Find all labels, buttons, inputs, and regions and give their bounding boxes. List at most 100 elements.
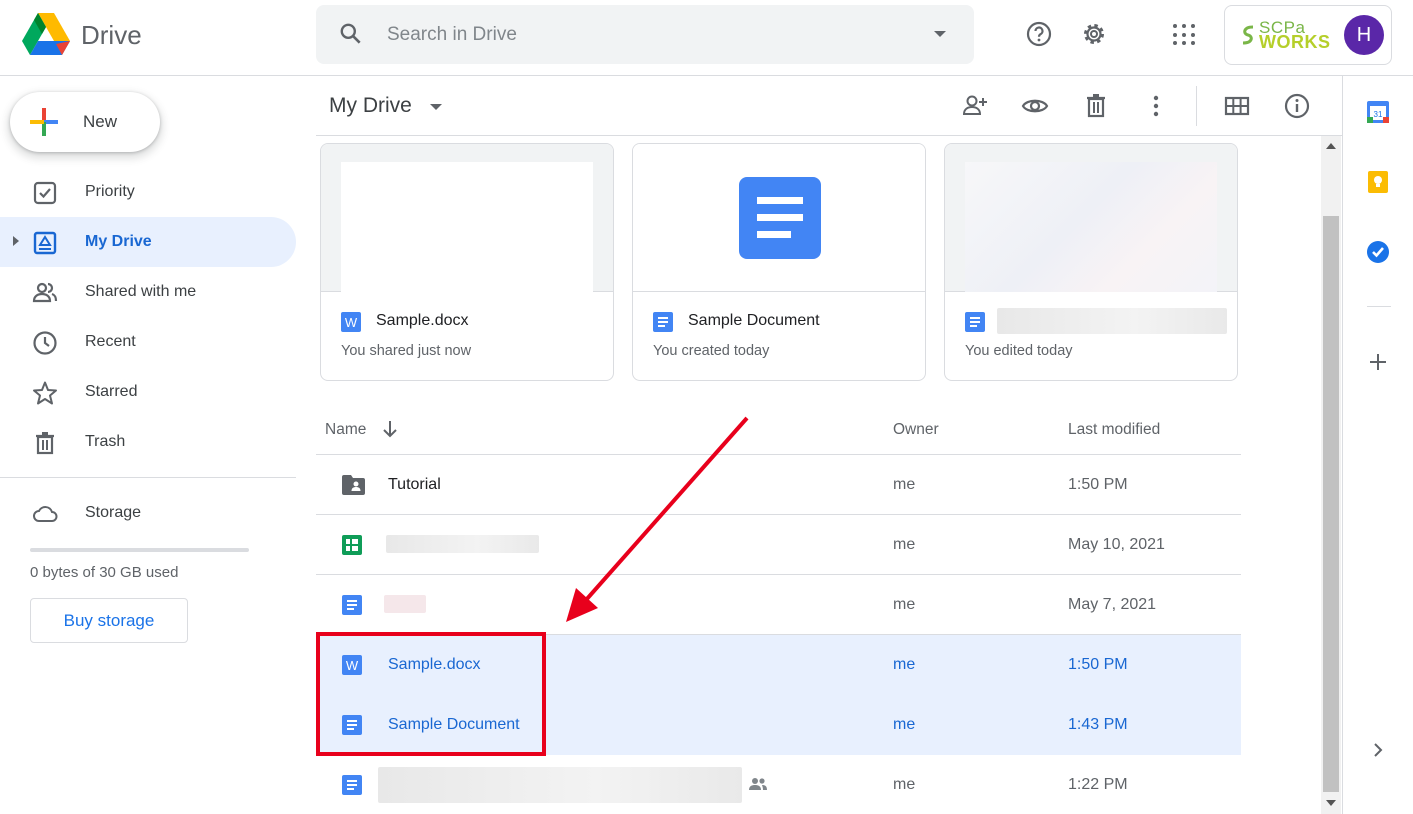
sidebar-item-shared-with-me[interactable]: Shared with me <box>0 267 296 317</box>
help-icon[interactable] <box>1025 20 1053 48</box>
priority-icon <box>33 181 57 205</box>
column-header-last-modified[interactable]: Last modified <box>1068 421 1160 439</box>
suggested-file-card[interactable]: W Sample.docx You shared just now <box>320 143 614 381</box>
org-name-line2: WORKS <box>1259 32 1331 52</box>
calendar-icon[interactable]: 31 <box>1366 100 1390 124</box>
file-owner: me <box>893 596 916 613</box>
more-vert-icon[interactable] <box>1142 92 1170 120</box>
top-bar: Drive Search in Drive SCPa WORKS H <box>0 0 1413 76</box>
new-button-label: New <box>83 112 118 131</box>
main-header: My Drive <box>316 76 1342 136</box>
blurred-file-name <box>386 535 539 553</box>
info-icon[interactable] <box>1283 92 1311 120</box>
expand-caret-icon[interactable] <box>13 236 19 246</box>
svg-text:W: W <box>345 315 358 330</box>
settings-gear-icon[interactable] <box>1080 20 1108 48</box>
file-modified: 1:43 PM <box>1068 716 1128 733</box>
blurred-file-name <box>384 595 426 613</box>
buy-storage-button[interactable]: Buy storage <box>30 598 188 643</box>
sidebar-item-label: My Drive <box>85 233 152 250</box>
chevron-right-icon[interactable] <box>1366 738 1390 762</box>
table-row[interactable]: Tutorial me 1:50 PM <box>316 455 1241 515</box>
column-header-owner[interactable]: Owner <box>893 421 939 439</box>
add-addon-plus-icon[interactable] <box>1366 350 1390 374</box>
page-title[interactable]: My Drive <box>329 94 412 118</box>
account-switcher[interactable]: SCPa WORKS H <box>1224 5 1392 65</box>
sidebar-item-trash[interactable]: Trash <box>0 417 296 467</box>
file-thumbnail <box>321 144 613 292</box>
sheets-file-icon <box>342 535 362 555</box>
new-button[interactable]: New <box>10 92 160 152</box>
sidebar-item-label: Storage <box>85 504 142 521</box>
sidebar-item-priority[interactable]: Priority <box>0 167 296 217</box>
file-owner: me <box>893 716 916 733</box>
file-modified: 1:50 PM <box>1068 476 1128 493</box>
sidebar-item-recent[interactable]: Recent <box>0 317 296 367</box>
file-owner: me <box>893 776 916 793</box>
toolbar-divider <box>1196 86 1197 126</box>
plus-icon <box>30 108 58 136</box>
file-name: Tutorial <box>388 476 441 493</box>
avatar[interactable]: H <box>1344 15 1384 55</box>
file-modified: 1:50 PM <box>1068 656 1128 673</box>
svg-text:31: 31 <box>1374 110 1383 119</box>
my-drive-icon <box>33 231 57 255</box>
docs-file-icon <box>342 595 362 615</box>
storage-usage-bar <box>30 548 249 552</box>
file-thumbnail <box>945 144 1237 292</box>
sidebar-item-label: Starred <box>85 383 138 400</box>
file-modified: May 10, 2021 <box>1068 536 1165 553</box>
org-mark-icon <box>1242 25 1254 45</box>
chevron-down-icon[interactable] <box>430 104 442 110</box>
search-options-icon[interactable] <box>934 31 946 37</box>
search-bar[interactable]: Search in Drive <box>316 5 974 64</box>
table-row[interactable]: me May 10, 2021 <box>316 515 1241 575</box>
scroll-up-arrow-icon[interactable] <box>1326 143 1336 149</box>
column-header-name[interactable]: Name <box>325 421 366 439</box>
preview-eye-icon[interactable] <box>1021 92 1049 120</box>
search-icon[interactable] <box>338 21 364 47</box>
sort-arrow-down-icon[interactable] <box>382 420 398 438</box>
organization-logo: SCPa WORKS <box>1239 18 1331 52</box>
sidebar: New Priority My Drive Shared with me Rec… <box>0 76 300 814</box>
trash-icon <box>36 432 54 455</box>
scroll-down-arrow-icon[interactable] <box>1326 800 1336 806</box>
trash-icon[interactable] <box>1082 92 1110 120</box>
sidebar-item-my-drive[interactable]: My Drive <box>0 217 296 267</box>
keep-icon[interactable] <box>1366 170 1390 194</box>
word-file-icon: W <box>341 312 361 332</box>
docs-file-icon <box>965 312 985 332</box>
drive-logo[interactable] <box>22 13 70 55</box>
grid-view-icon[interactable] <box>1223 92 1251 120</box>
sidebar-item-starred[interactable]: Starred <box>0 367 296 417</box>
file-list-header: Name Owner Last modified <box>316 405 1241 455</box>
file-modified: 1:22 PM <box>1068 776 1128 793</box>
sidebar-item-label: Priority <box>85 183 135 200</box>
google-apps-icon[interactable] <box>1173 24 1195 46</box>
scrollbar-thumb[interactable] <box>1323 216 1339 792</box>
docs-large-icon <box>739 177 821 259</box>
file-owner: me <box>893 476 916 493</box>
blurred-file-name <box>997 308 1227 334</box>
table-row[interactable]: me May 7, 2021 <box>316 575 1241 635</box>
blurred-file-name <box>378 767 742 803</box>
sidebar-divider <box>0 477 296 478</box>
storage-usage-text: 0 bytes of 30 GB used <box>30 564 179 581</box>
shared-folder-icon <box>342 475 365 495</box>
side-panel-divider <box>1367 306 1391 307</box>
share-add-person-icon[interactable] <box>961 92 989 120</box>
clock-icon <box>33 331 57 355</box>
sidebar-item-storage[interactable]: Storage <box>0 488 296 538</box>
card-activity: You created today <box>653 343 770 359</box>
file-owner: me <box>893 656 916 673</box>
tasks-icon[interactable] <box>1366 240 1390 264</box>
sidebar-item-label: Recent <box>85 333 136 350</box>
card-file-name: Sample Document <box>688 312 820 329</box>
docs-file-icon <box>342 775 362 795</box>
cloud-icon <box>33 506 58 522</box>
suggested-file-card[interactable]: Sample Document You created today <box>632 143 926 381</box>
search-input[interactable]: Search in Drive <box>387 24 517 46</box>
table-row[interactable]: me 1:22 PM <box>316 755 1241 814</box>
people-icon <box>32 282 58 303</box>
suggested-file-card[interactable]: You edited today <box>944 143 1238 381</box>
